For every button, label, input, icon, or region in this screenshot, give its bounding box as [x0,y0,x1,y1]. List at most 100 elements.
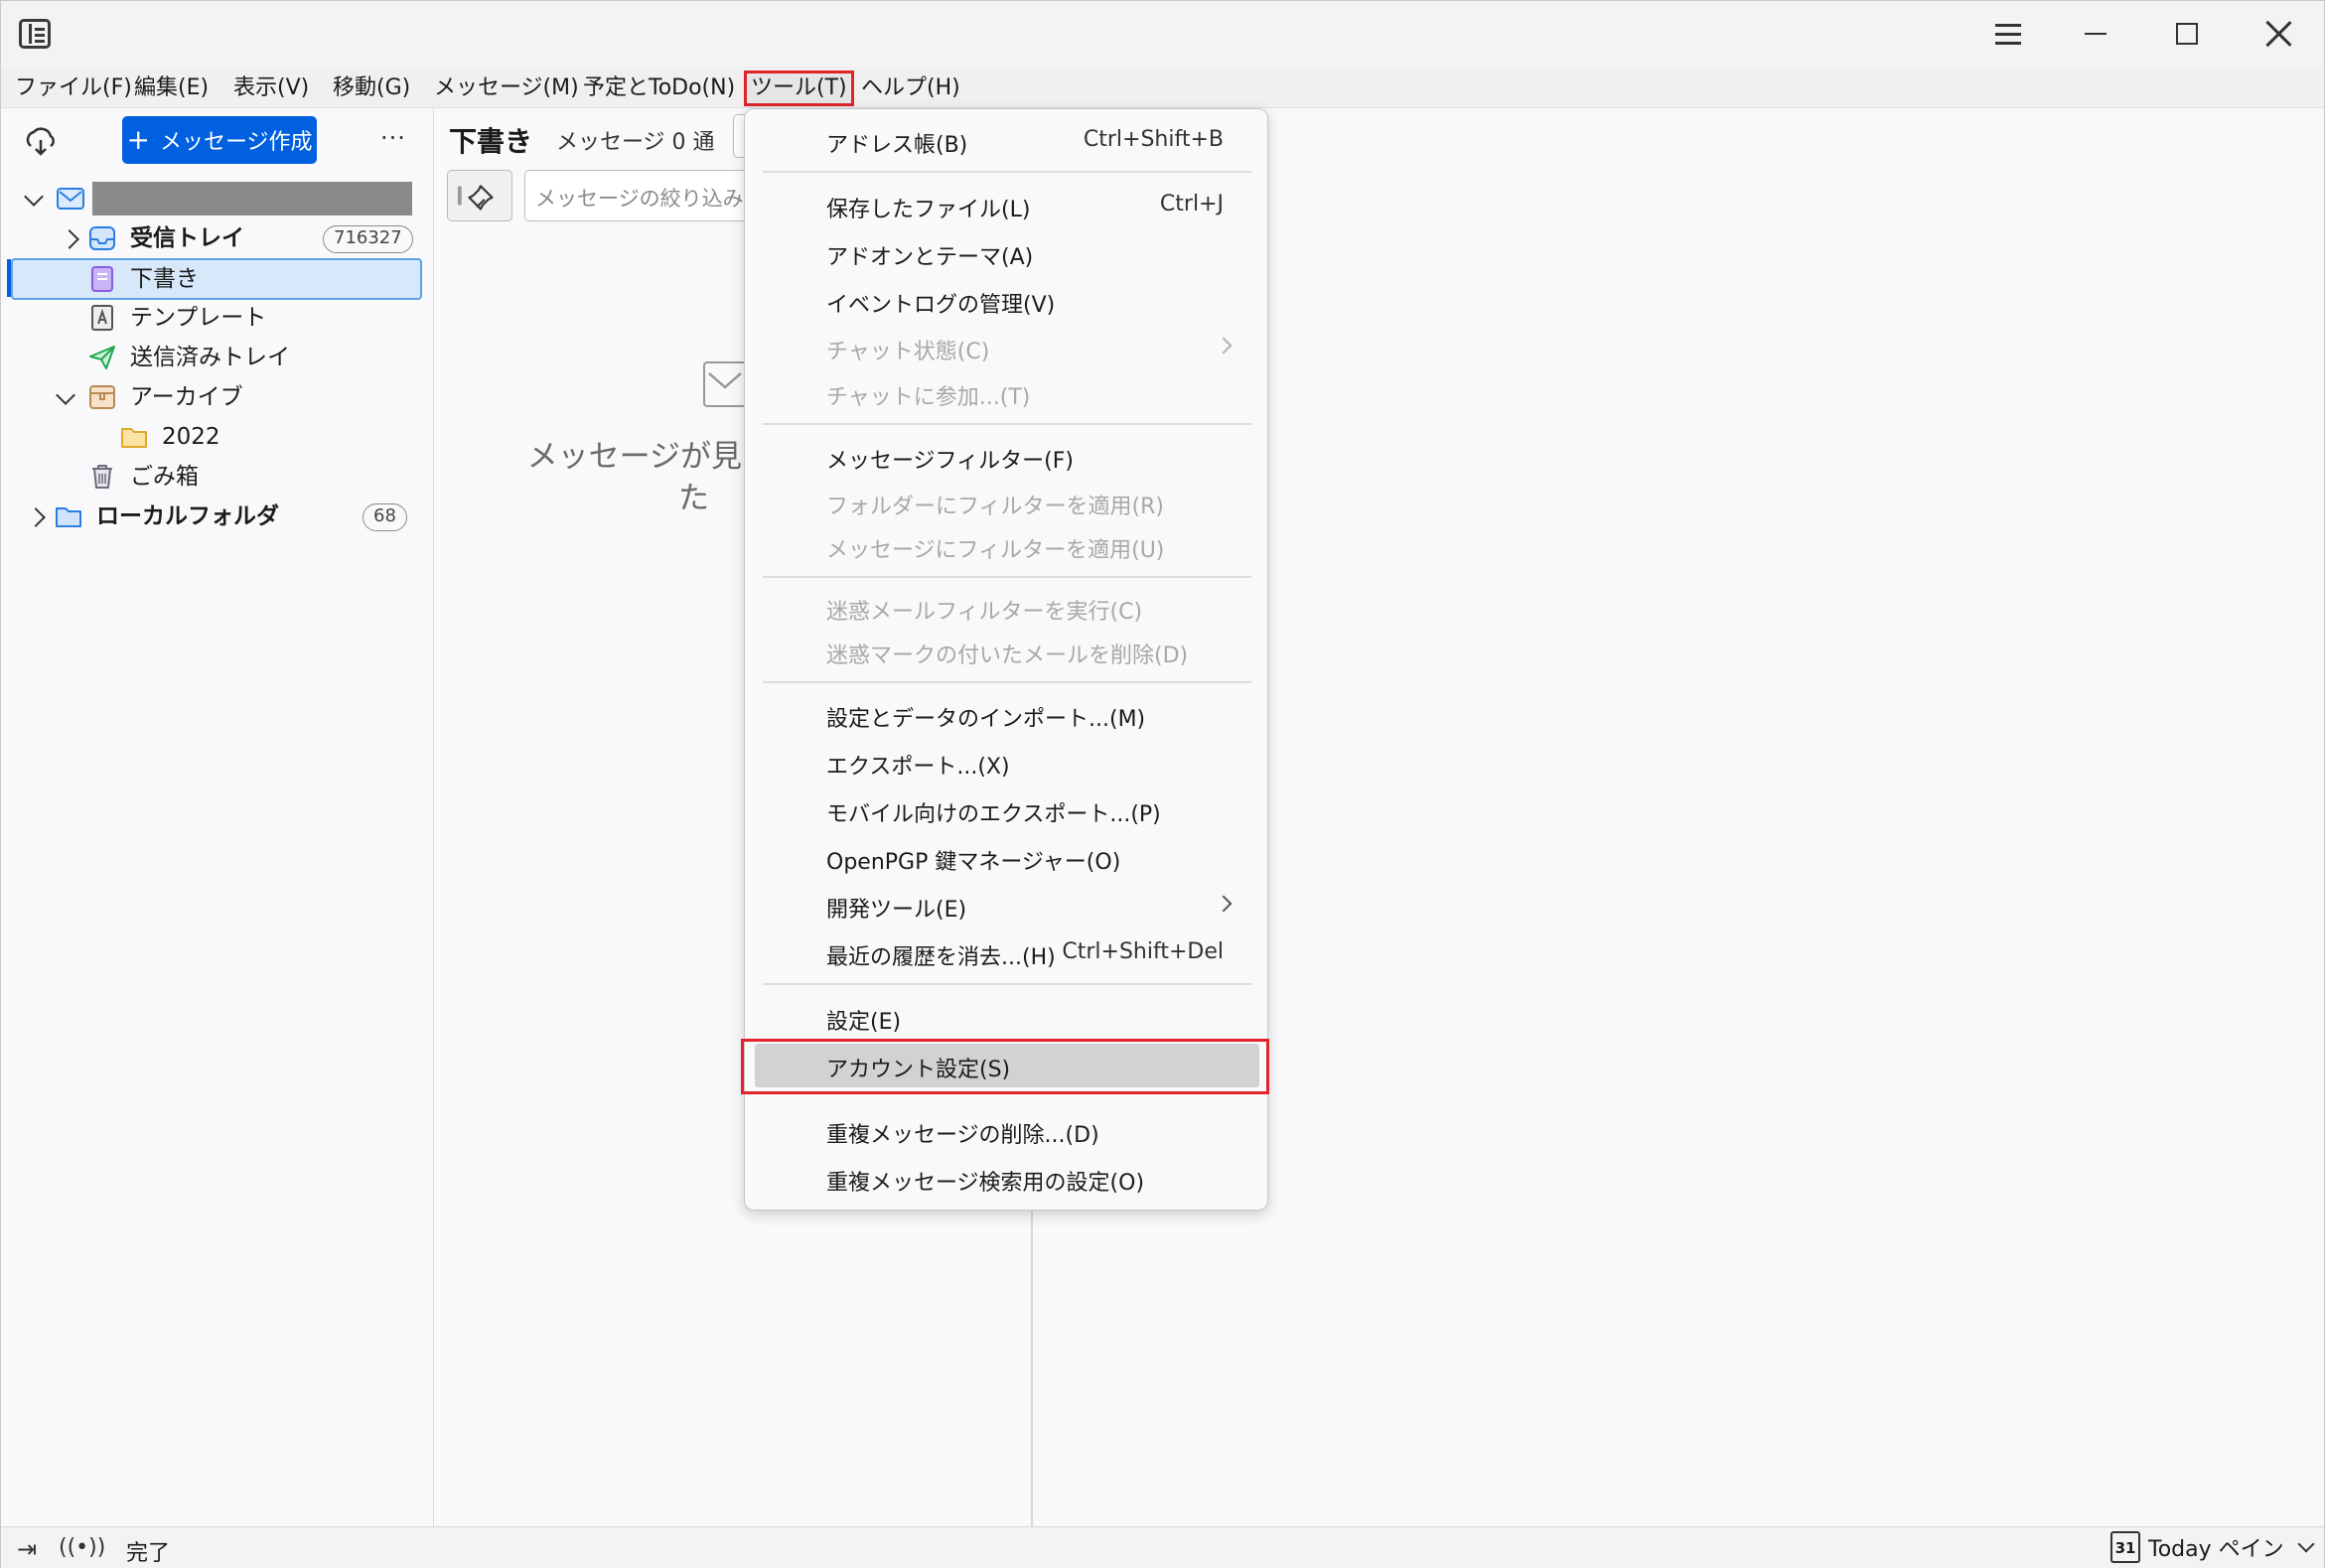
menuitem-export[interactable]: エクスポート...(X) [755,741,1259,784]
chevron-right-icon[interactable] [27,505,49,527]
folder-drafts[interactable]: 下書き [11,258,422,300]
highlight-annotation [741,1039,1269,1094]
menuitem-addons-themes[interactable]: アドオンとテーマ(A) [755,231,1259,275]
calendar-icon: 31 [2110,1531,2140,1563]
more-options-icon[interactable]: ··· [380,124,406,152]
menuitem-label: イベントログの管理(V) [826,293,1056,318]
maximize-button[interactable] [2142,1,2232,67]
menuitem-apply-filters-folder[interactable]: フォルダーにフィルターを適用(R) [755,481,1259,524]
pin-filter-button[interactable] [447,170,512,221]
menuitem-event-log[interactable]: イベントログの管理(V) [755,279,1259,323]
menuitem-openpgp-key-manager[interactable]: OpenPGP 鍵マネージャー(O) [755,836,1259,880]
close-icon [2264,20,2292,48]
online-status-icon[interactable]: ((•)) [59,1535,105,1560]
menuitem-label: フォルダーにフィルターを適用(R) [826,495,1165,519]
menuitem-duplicate-search-settings[interactable]: 重複メッセージ検索用の設定(O) [755,1157,1259,1201]
menuitem-settings[interactable]: 設定(E) [755,996,1259,1040]
folder-local[interactable]: ローカルフォルダ 68 [11,498,422,535]
menuitem-message-filters[interactable]: メッセージフィルター(F) [755,435,1259,479]
menu-edit[interactable]: 編集(E) [130,71,213,106]
menu-separator [763,983,1251,985]
menuitem-developer-tools[interactable]: 開発ツール(E) [755,884,1259,927]
compose-button[interactable]: + メッセージ作成 [122,116,317,164]
menu-events-tasks[interactable]: 予定とToDo(N) [579,71,739,106]
menu-tools[interactable]: ツール(T) [744,71,854,106]
empty-state-line2: た [678,481,709,516]
menuitem-label: 設定とデータのインポート...(M) [826,707,1146,732]
menuitem-label: 設定(E) [826,1010,902,1035]
folder-archive-2022[interactable]: 2022 [11,418,422,456]
folder-inbox[interactable]: 受信トレイ 716327 [11,219,422,257]
chevron-right-icon [1215,337,1233,355]
main-window: ファイル(F) 編集(E) 表示(V) 移動(G) メッセージ(M) 予定とTo… [0,0,2325,1568]
menuitem-join-chat[interactable]: チャットに参加...(T) [755,371,1259,415]
folder-templates[interactable]: テンプレート [11,299,422,337]
account-row[interactable] [11,180,422,217]
menu-help[interactable]: ヘルプ(H) [857,71,964,106]
menuitem-label: アドレス帳(B) [826,133,968,158]
menu-separator [763,423,1251,425]
folder-label: 2022 [162,424,220,450]
message-count: メッセージ 0 通 [556,130,715,155]
folder-archive[interactable]: アーカイブ [11,378,422,416]
menuitem-label: 保存したファイル(L) [826,198,1031,222]
compose-label: メッセージ作成 [159,130,313,155]
menuitem-label: 迷惑マークの付いたメールを削除(D) [826,643,1189,668]
menuitem-run-junk-filter[interactable]: 迷惑メールフィルターを実行(C) [755,586,1259,630]
menuitem-label: OpenPGP 鍵マネージャー(O) [826,850,1121,875]
folder-label: ごみ箱 [130,464,199,490]
menuitem-label: 重複メッセージの削除...(D) [826,1123,1099,1148]
menu-file[interactable]: ファイル(F) [11,71,136,106]
folder-pane: + メッセージ作成 ··· 受信トレイ 716327 下書き テンプレート 送信… [1,108,434,1526]
sidebar-toggle-icon[interactable] [19,19,51,49]
pin-icon [457,185,494,211]
menuitem-import[interactable]: 設定とデータのインポート...(M) [755,693,1259,737]
app-menu-button[interactable] [1963,1,2053,67]
menuitem-mobile-export[interactable]: モバイル向けのエクスポート...(P) [755,788,1259,832]
menu-go[interactable]: 移動(G) [329,71,414,106]
unread-count-badge: 68 [363,503,407,531]
inbox-icon [89,226,115,250]
local-folder-icon [56,507,81,527]
maximize-icon [2176,23,2198,45]
menuitem-shortcut: Ctrl+Shift+Del [1062,939,1224,964]
empty-state-text: メッセージが見つ た [514,436,773,519]
close-button[interactable] [2234,1,2323,67]
chevron-down-icon[interactable] [23,188,45,210]
folder-label: 送信済みトレイ [130,345,290,370]
archive-icon [89,385,115,409]
chevron-down-icon[interactable] [55,386,76,408]
title-bar [1,1,2324,67]
menuitem-apply-filters-message[interactable]: メッセージにフィルターを適用(U) [755,524,1259,568]
menu-separator [763,681,1251,683]
menuitem-chat-status[interactable]: チャット状態(C) [755,326,1259,369]
menuitem-remove-duplicates[interactable]: 重複メッセージの削除...(D) [755,1109,1259,1153]
menuitem-label: エクスポート...(X) [826,755,1010,780]
account-name-redacted [92,182,412,215]
menuitem-label: 迷惑メールフィルターを実行(C) [826,600,1143,625]
status-bar: ⇥ ((•)) 完了 31 Today ペイン [1,1526,2324,1568]
folder-label: ローカルフォルダ [96,503,279,529]
folder-trash[interactable]: ごみ箱 [11,458,422,496]
chevron-right-icon[interactable] [61,227,82,249]
menuitem-label: アドオンとテーマ(A) [826,245,1034,270]
menuitem-delete-junk[interactable]: 迷惑マークの付いたメールを削除(D) [755,630,1259,673]
menuitem-clear-history[interactable]: 最近の履歴を消去...(H) Ctrl+Shift+Del [755,931,1259,975]
sidebar-expand-icon[interactable]: ⇥ [17,1535,37,1563]
chevron-right-icon [1215,895,1233,913]
menuitem-label: 開発ツール(E) [826,898,967,923]
menuitem-label: チャットに参加...(T) [826,385,1031,410]
menu-view[interactable]: 表示(V) [229,71,313,106]
menu-message[interactable]: メッセージ(M) [430,71,583,106]
menuitem-shortcut: Ctrl+Shift+B [1083,127,1224,152]
folder-sent[interactable]: 送信済みトレイ [11,339,422,376]
menuitem-label: 最近の履歴を消去...(H) [826,945,1056,970]
status-text: 完了 [126,1541,171,1566]
get-messages-icon[interactable] [23,124,59,160]
menuitem-saved-files[interactable]: 保存したファイル(L) Ctrl+J [755,184,1259,227]
menuitem-label: チャット状態(C) [826,340,990,364]
menu-bar: ファイル(F) 編集(E) 表示(V) 移動(G) メッセージ(M) 予定とTo… [1,67,2324,108]
minimize-button[interactable] [2051,1,2140,67]
today-pane-toggle[interactable]: 31 Today ペイン [2110,1531,2315,1563]
menuitem-address-book[interactable]: アドレス帳(B) Ctrl+Shift+B [755,119,1259,163]
